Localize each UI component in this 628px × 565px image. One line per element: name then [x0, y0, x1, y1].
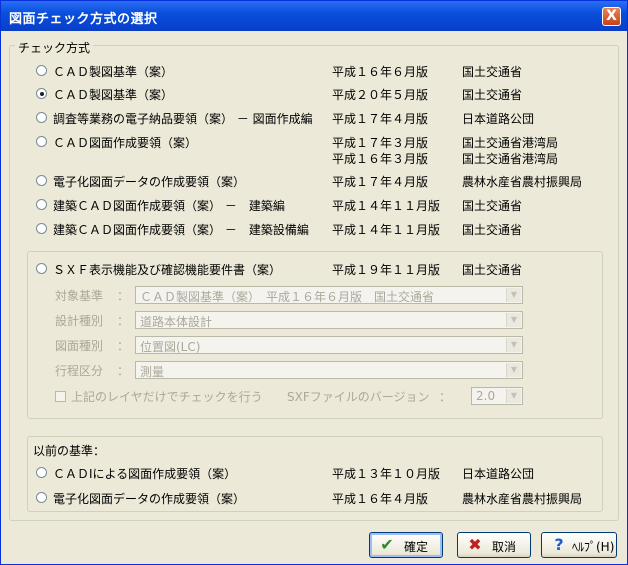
cancel-button[interactable]: ✖ 取消: [457, 532, 531, 558]
option-version: 平成１９年１１月版: [332, 263, 441, 277]
help-button[interactable]: ? ﾍﾙﾌﾟ(H): [541, 532, 617, 558]
field-colon: ：: [117, 289, 130, 303]
radio-button[interactable]: [36, 175, 47, 186]
option-label: ＣＡＤIによる図面作成要領（案）: [53, 467, 237, 481]
option-org: 日本道路公団: [462, 112, 535, 126]
check-method-legend: チェック方式: [15, 39, 94, 56]
option-version: 平成１７年４月版: [332, 175, 429, 189]
sxf-version-select[interactable]: 2.0 ▼: [471, 387, 523, 405]
help-question-icon: ?: [554, 535, 564, 554]
option-label: ＣＡＤ製図基準（案）: [53, 65, 174, 79]
option-org: 国土交通省: [462, 65, 523, 79]
field-colon: ：: [117, 314, 130, 328]
field-colon: ：: [117, 339, 130, 353]
option-org: 農林水産省農村振興局: [462, 492, 583, 506]
chevron-down-icon[interactable]: ▼: [506, 288, 521, 302]
option-version: 平成１６年６月版: [332, 65, 429, 79]
window-title: 図面チェック方式の選択: [9, 12, 158, 27]
checkmark-icon: ✔: [380, 535, 394, 554]
drawing-type-select[interactable]: 位置図(LC) ▼: [135, 336, 523, 354]
option-org: 日本道路公団: [462, 467, 535, 481]
select-value: 測量: [140, 365, 165, 379]
cancel-x-icon: ✖: [468, 535, 482, 554]
option-label: 電子化図面データの作成要領（案）: [53, 492, 246, 506]
select-value: 位置図(LC): [140, 340, 201, 354]
ok-button-label: 確定: [404, 540, 429, 554]
option-org: 国土交通省: [462, 199, 523, 213]
option-version: 平成１７年４月版: [332, 112, 429, 126]
design-type-label: 設計種別: [55, 314, 104, 328]
option-org: 国土交通省: [462, 223, 523, 237]
option-org: 国土交通省港湾局: [462, 136, 559, 150]
select-value: ＣＡＤ製図基準（案） 平成１６年６月版 国土交通省: [140, 290, 435, 304]
drawing-type-label: 図面種別: [55, 339, 104, 353]
chevron-down-icon[interactable]: ▼: [506, 363, 521, 377]
option-version: 平成１３年１０月版: [332, 467, 441, 481]
radio-button[interactable]: [36, 65, 47, 76]
target-standard-select[interactable]: ＣＡＤ製図基準（案） 平成１６年６月版 国土交通省 ▼: [135, 286, 523, 304]
option-version: 平成２０年５月版: [332, 88, 429, 102]
option-org: 農林水産省農村振興局: [462, 175, 583, 189]
option-version: 平成１７年３月版: [332, 136, 429, 150]
ok-button[interactable]: ✔ 確定: [369, 532, 443, 558]
title-bar[interactable]: 図面チェック方式の選択 X: [1, 1, 627, 31]
option-version: 平成１４年１１月版: [332, 223, 441, 237]
chevron-down-icon[interactable]: ▼: [506, 338, 521, 352]
sxf-version-label: SXFファイルのバージョン: [287, 390, 430, 404]
close-button[interactable]: X: [602, 7, 621, 26]
help-button-label: ﾍﾙﾌﾟ(H): [572, 540, 615, 554]
option-label: ＣＡＤ製図基準（案）: [53, 88, 174, 102]
radio-button[interactable]: [36, 263, 47, 274]
dialog-window: 図面チェック方式の選択 X チェック方式 ＣＡＤ製図基準（案） 平成１６年６月版…: [0, 0, 628, 565]
cancel-button-label: 取消: [492, 540, 517, 554]
radio-button[interactable]: [36, 492, 47, 503]
target-standard-label: 対象基準: [55, 289, 104, 303]
select-value: 道路本体設計: [140, 315, 213, 329]
radio-button[interactable]: [36, 467, 47, 478]
option-version: 平成１４年１１月版: [332, 199, 441, 213]
option-label: 建築ＣＡＤ図面作成要領（案） － 建築設備編: [53, 223, 309, 237]
radio-button[interactable]: [36, 136, 47, 147]
chevron-down-icon[interactable]: ▼: [506, 389, 521, 403]
option-org-secondary: 国土交通省港湾局: [462, 152, 559, 166]
previous-standards-legend: 以前の基準：: [33, 442, 106, 459]
design-type-select[interactable]: 道路本体設計 ▼: [135, 311, 523, 329]
radio-button[interactable]: [36, 112, 47, 123]
chevron-down-icon[interactable]: ▼: [506, 313, 521, 327]
option-version-secondary: 平成１６年３月版: [332, 152, 429, 166]
option-label: 調査等業務の電子納品要領（案） － 図面作成編: [53, 112, 313, 126]
option-label: 建築ＣＡＤ図面作成要領（案） － 建築編: [53, 199, 285, 213]
option-label: 電子化図面データの作成要領（案）: [53, 175, 246, 189]
select-value: 2.0: [476, 389, 496, 403]
process-category-select[interactable]: 測量 ▼: [135, 361, 523, 379]
option-label: ＣＡＤ図面作成要領（案）: [53, 136, 198, 150]
field-colon: ：: [117, 364, 130, 378]
option-org: 国土交通省: [462, 88, 523, 102]
sxf-version-colon: ：: [439, 390, 452, 404]
option-org: 国土交通省: [462, 263, 523, 277]
radio-button-selected[interactable]: [36, 88, 47, 99]
option-version: 平成１６年４月版: [332, 492, 429, 506]
layer-only-checkbox[interactable]: [55, 391, 66, 402]
layer-only-label: 上記のレイヤだけでチェックを行う: [71, 390, 263, 404]
radio-button[interactable]: [36, 199, 47, 210]
process-category-label: 行程区分: [55, 364, 104, 378]
radio-button[interactable]: [36, 223, 47, 234]
option-label: ＳＸＦ表示機能及び確認機能要件書（案）: [53, 263, 282, 277]
